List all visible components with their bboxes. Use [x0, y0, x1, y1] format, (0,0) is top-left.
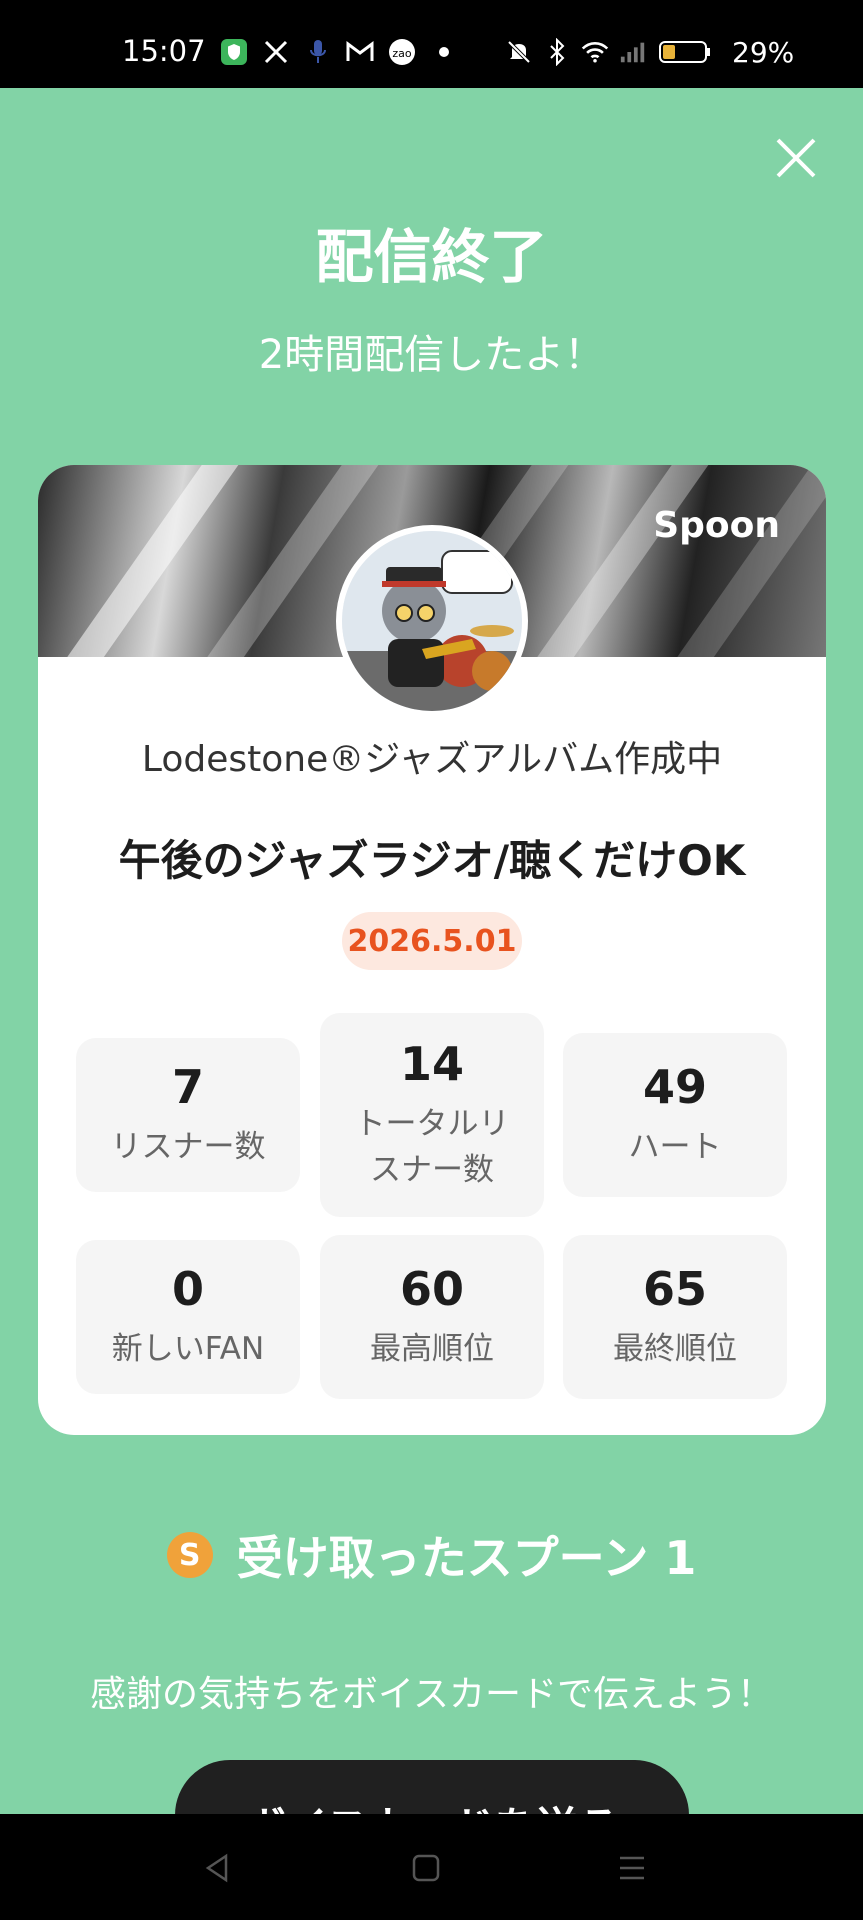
cat-jazz-avatar-icon: [342, 531, 522, 711]
spoon-coin-icon: S: [166, 1532, 213, 1578]
status-bar: 15:07 zao 29%: [0, 0, 863, 88]
close-button[interactable]: [774, 136, 818, 180]
brand-logo: Spoon: [653, 505, 780, 546]
stat-label: リスナー数: [110, 1128, 266, 1165]
page-subtitle: 2時間配信したよ！: [258, 332, 605, 378]
home-icon[interactable]: [410, 1852, 442, 1884]
received-spoons-text: 受け取ったスプーン 1: [236, 1531, 697, 1585]
username: Lodestone®ジャズアルバム作成中: [141, 739, 723, 780]
avatar: [336, 525, 528, 717]
stat-label: 最高順位: [370, 1330, 494, 1367]
status-left-icons: zao: [220, 38, 458, 66]
stat-value: 60: [399, 1261, 464, 1316]
stat-label: 新しいFAN: [111, 1330, 265, 1367]
page-title: 配信終了: [315, 223, 548, 291]
stat-label-line2: スナー数: [370, 1152, 494, 1188]
menu-icon[interactable]: [616, 1852, 648, 1884]
thanks-message: 感謝の気持ちをボイスカードで伝えよう！: [90, 1674, 773, 1715]
stat-final-rank: 65 最終順位: [563, 1235, 787, 1399]
received-spoons: S 受け取ったスプーン 1: [0, 1522, 863, 1588]
stat-label: ハート: [628, 1128, 722, 1165]
shield-app-icon: [220, 38, 248, 66]
system-nav-bar: [0, 1814, 863, 1920]
app-badge-icon: zao: [388, 38, 416, 66]
stat-value: 49: [642, 1059, 707, 1114]
stat-value: 0: [171, 1261, 204, 1316]
back-icon[interactable]: [202, 1852, 234, 1884]
stat-new-fans: 0 新しいFAN: [76, 1240, 300, 1394]
status-right-icons: [505, 38, 713, 66]
mic-icon: [304, 38, 332, 66]
broadcast-summary-card: Spoon Lodestone®ジャズアルバム作成中 午後のジャズラジオ/聴くだ…: [38, 465, 826, 1435]
date-badge: 2026.5.01: [342, 912, 522, 970]
stat-label: 最終順位: [613, 1330, 737, 1367]
stat-highest-rank: 60 最高順位: [320, 1235, 544, 1399]
x-app-icon: [262, 38, 290, 66]
live-title: 午後のジャズラジオ/聴くだけOK: [118, 836, 746, 885]
stat-value: 65: [642, 1261, 707, 1316]
stat-label: トータルリ スナー数: [355, 1101, 510, 1194]
svg-text:zao: zao: [392, 47, 412, 60]
battery-percent: 29%: [732, 36, 795, 69]
close-icon: [776, 138, 816, 178]
stat-value: 14: [399, 1036, 464, 1091]
stat-label-line1: トータルリ: [354, 1105, 510, 1142]
gmail-icon: [346, 38, 374, 66]
signal-icon: [619, 38, 647, 66]
stat-hearts: 49 ハート: [563, 1033, 787, 1197]
stat-total-listeners: 14 トータルリ スナー数: [320, 1013, 544, 1217]
battery-icon: [657, 38, 713, 66]
bluetooth-icon: [543, 38, 571, 66]
dot-icon: [430, 38, 458, 66]
wifi-icon: [581, 38, 609, 66]
mute-icon: [505, 38, 533, 66]
stat-listeners: 7 リスナー数: [76, 1038, 300, 1192]
status-time: 15:07: [122, 34, 206, 68]
stat-value: 7: [171, 1059, 204, 1114]
